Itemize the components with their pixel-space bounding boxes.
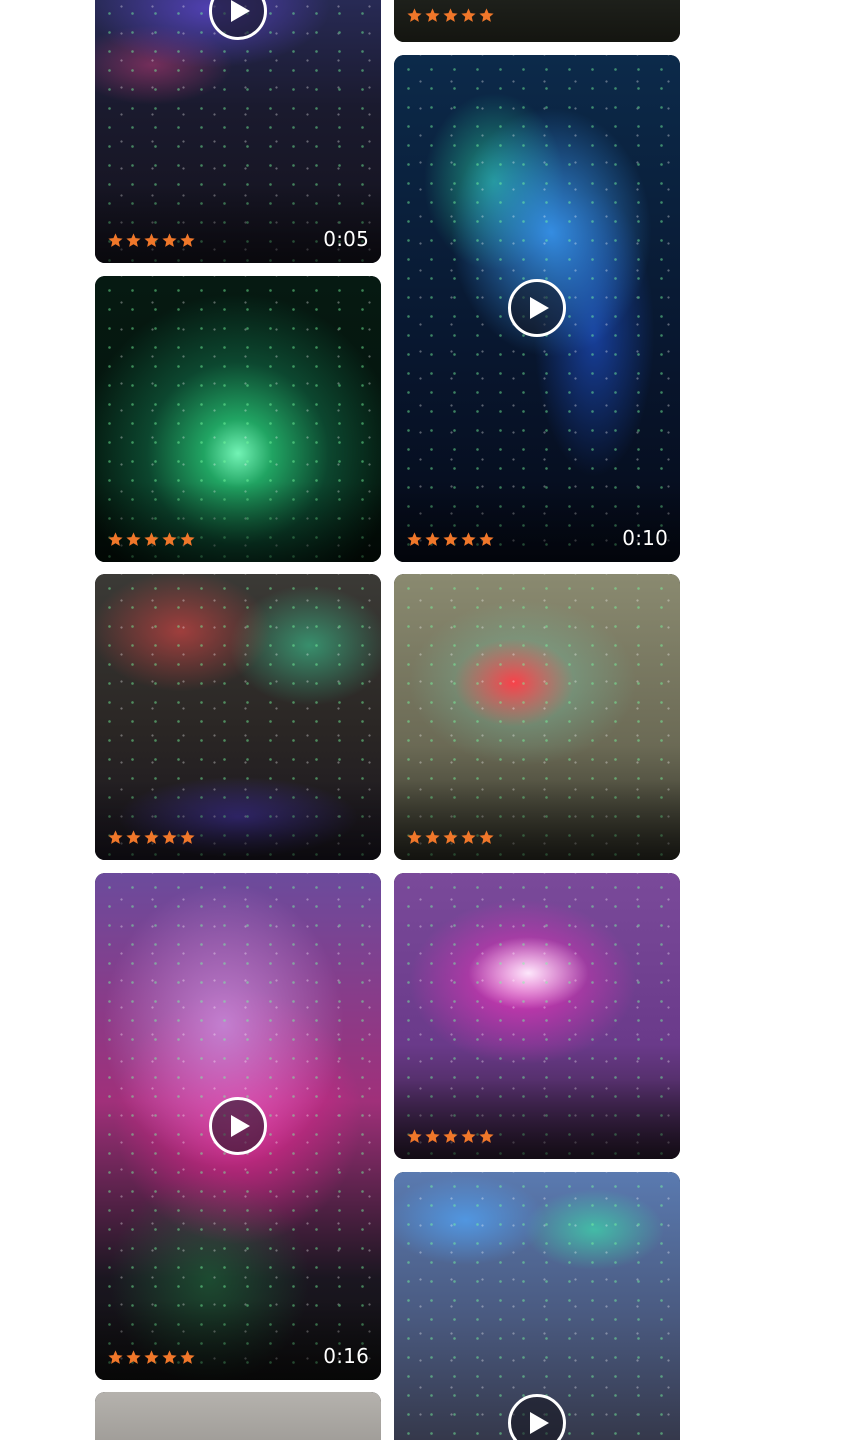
video-duration: 0:16 bbox=[323, 1344, 369, 1368]
star-icon bbox=[443, 532, 458, 546]
star-rating bbox=[107, 829, 196, 846]
star-rating bbox=[406, 829, 495, 846]
star-rating bbox=[107, 531, 196, 548]
star-icon bbox=[479, 830, 494, 844]
star-icon bbox=[443, 830, 458, 844]
star-icon bbox=[407, 532, 422, 546]
star-icon bbox=[180, 233, 195, 247]
star-icon bbox=[162, 233, 177, 247]
star-icon bbox=[126, 233, 141, 247]
star-icon bbox=[479, 8, 494, 22]
star-icon bbox=[479, 1129, 494, 1143]
play-triangle bbox=[231, 0, 250, 22]
star-icon bbox=[180, 1350, 195, 1364]
star-icon bbox=[461, 8, 476, 22]
play-triangle bbox=[530, 297, 549, 319]
star-icon bbox=[407, 1129, 422, 1143]
star-icon bbox=[461, 830, 476, 844]
star-icon bbox=[407, 830, 422, 844]
star-icon bbox=[144, 1350, 159, 1364]
star-icon bbox=[162, 532, 177, 546]
star-rating bbox=[406, 1128, 495, 1145]
play-icon[interactable] bbox=[508, 279, 566, 337]
star-icon bbox=[162, 830, 177, 844]
star-rating bbox=[107, 232, 196, 249]
play-triangle bbox=[231, 1115, 250, 1137]
star-icon bbox=[425, 1129, 440, 1143]
star-rating bbox=[406, 7, 495, 24]
star-rating bbox=[406, 531, 495, 548]
review-media-tile[interactable]: 0:16 bbox=[95, 873, 381, 1380]
review-media-tile[interactable] bbox=[394, 574, 680, 860]
review-media-tile[interactable] bbox=[95, 574, 381, 860]
star-icon bbox=[144, 830, 159, 844]
star-icon bbox=[461, 532, 476, 546]
star-icon bbox=[443, 1129, 458, 1143]
video-duration: 0:10 bbox=[622, 526, 668, 550]
star-icon bbox=[108, 532, 123, 546]
star-icon bbox=[443, 8, 458, 22]
review-media-tile[interactable]: 0:05 bbox=[95, 0, 381, 263]
review-photo bbox=[95, 1392, 381, 1440]
review-media-tile[interactable]: 0:10 bbox=[394, 55, 680, 562]
star-icon bbox=[126, 830, 141, 844]
star-icon bbox=[461, 1129, 476, 1143]
star-icon bbox=[407, 8, 422, 22]
star-icon bbox=[180, 830, 195, 844]
star-icon bbox=[479, 532, 494, 546]
star-icon bbox=[126, 1350, 141, 1364]
video-duration: 0:05 bbox=[323, 227, 369, 251]
review-media-tile[interactable] bbox=[394, 0, 680, 42]
star-icon bbox=[425, 830, 440, 844]
star-icon bbox=[162, 1350, 177, 1364]
star-icon bbox=[144, 233, 159, 247]
star-icon bbox=[126, 532, 141, 546]
review-media-gallery: 0:05 0:16 0:10 bbox=[0, 0, 842, 1440]
review-media-tile[interactable] bbox=[394, 873, 680, 1159]
play-triangle bbox=[530, 1412, 549, 1434]
review-media-tile[interactable] bbox=[95, 1392, 381, 1440]
review-media-tile[interactable] bbox=[394, 1172, 680, 1440]
star-icon bbox=[108, 1350, 123, 1364]
star-icon bbox=[144, 532, 159, 546]
star-icon bbox=[180, 532, 195, 546]
star-icon bbox=[108, 830, 123, 844]
star-icon bbox=[425, 532, 440, 546]
star-rating bbox=[107, 1349, 196, 1366]
play-icon[interactable] bbox=[209, 1097, 267, 1155]
review-media-tile[interactable] bbox=[95, 276, 381, 562]
star-icon bbox=[425, 8, 440, 22]
star-icon bbox=[108, 233, 123, 247]
